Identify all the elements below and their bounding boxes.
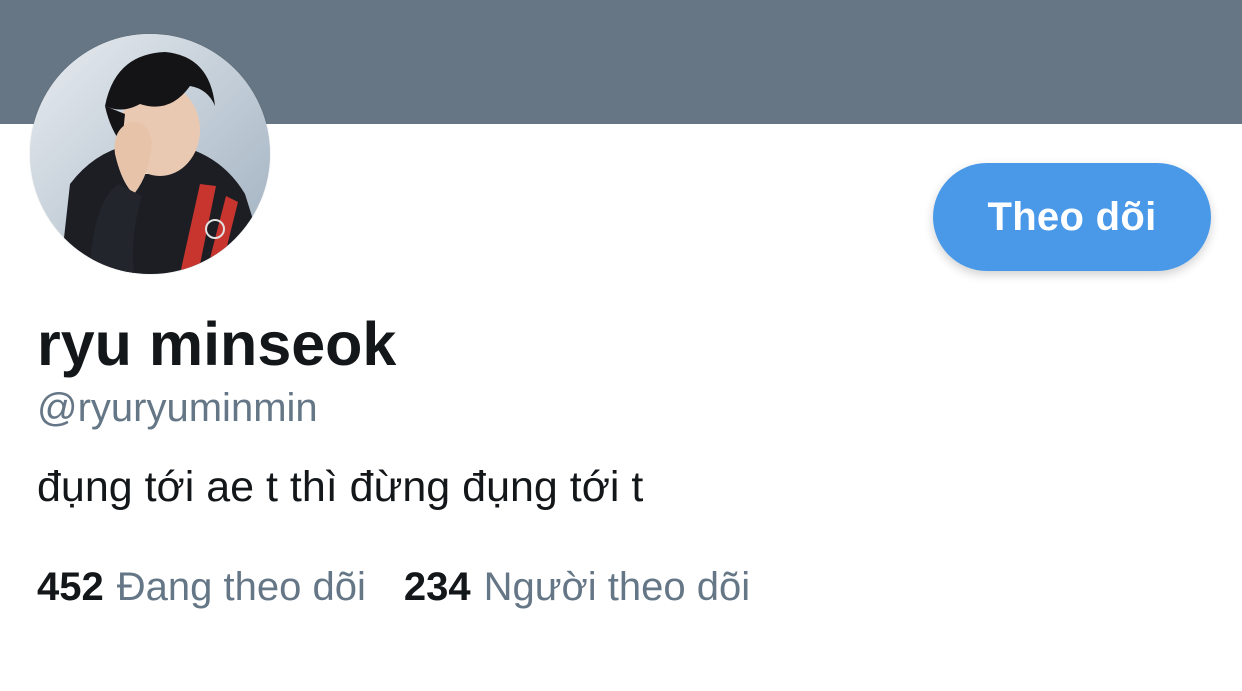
follow-button[interactable]: Theo dõi — [933, 163, 1211, 271]
profile-bio: đụng tới ae t thì đừng đụng tới t — [37, 463, 644, 511]
following-count: 452 — [37, 565, 104, 609]
avatar-jersey-logo: A.GG — [198, 262, 226, 274]
followers-label: Người theo dõi — [483, 565, 751, 609]
profile-page: A.GG Theo dõi ryu minseok @ryuryuminmin … — [0, 0, 1242, 691]
profile-stats: 452 Đang theo dõi 234 Người theo dõi — [37, 562, 750, 612]
username-handle: @ryuryuminmin — [37, 386, 318, 430]
avatar[interactable]: A.GG — [30, 34, 270, 274]
display-name: ryu minseok — [37, 310, 397, 378]
followers-stat[interactable]: 234 Người theo dõi — [404, 562, 750, 612]
avatar-image: A.GG — [30, 34, 270, 274]
following-label: Đang theo dõi — [116, 565, 366, 609]
followers-count: 234 — [403, 565, 471, 609]
following-stat[interactable]: 452 Đang theo dõi — [37, 562, 366, 612]
